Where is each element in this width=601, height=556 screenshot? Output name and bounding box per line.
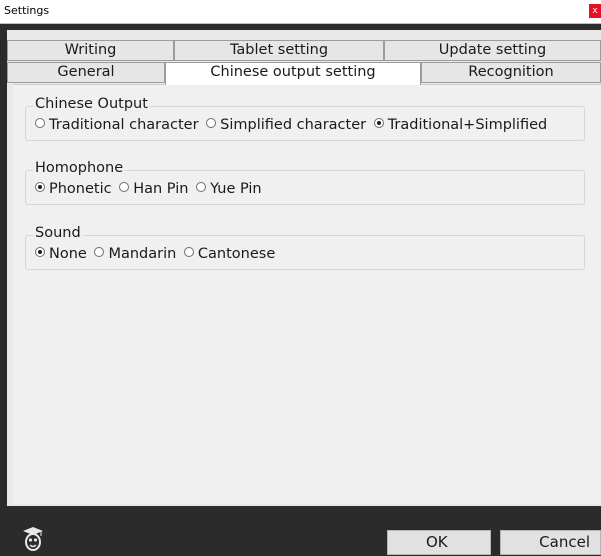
radio-label: Traditional character — [49, 117, 199, 133]
radio-none[interactable]: None — [35, 246, 87, 262]
window-title: Settings — [4, 4, 50, 17]
radio-label: Phonetic — [49, 181, 112, 197]
tab-row-bottom: General Chinese output setting Recogniti… — [7, 62, 601, 85]
sound-group: Sound None Mandarin Cantonese — [25, 225, 585, 270]
tab-chinese-output-setting[interactable]: Chinese output setting — [165, 62, 421, 85]
title-bar: Settings x — [0, 0, 601, 24]
chinese-output-options: Traditional character Simplified charact… — [35, 117, 550, 133]
radio-label: Yue Pin — [210, 181, 262, 197]
radio-button-icon — [206, 118, 217, 128]
cancel-button[interactable]: Cancel — [500, 530, 601, 555]
tab-writing[interactable]: Writing — [7, 40, 174, 61]
chinese-output-panel: Chinese Output Traditional character Sim… — [13, 84, 601, 504]
tab-tablet-setting[interactable]: Tablet setting — [174, 40, 384, 61]
radio-simplified-character[interactable]: Simplified character — [206, 117, 366, 133]
radio-phonetic[interactable]: Phonetic — [35, 181, 112, 197]
chinese-output-label: Chinese Output — [33, 96, 150, 112]
radio-button-selected-icon — [35, 182, 45, 192]
mascot-logo-icon — [23, 527, 43, 551]
radio-label: Mandarin — [108, 246, 177, 262]
radio-button-icon — [94, 247, 105, 257]
radio-yue-pin[interactable]: Yue Pin — [196, 181, 262, 197]
radio-mandarin[interactable]: Mandarin — [94, 246, 176, 262]
sound-label: Sound — [33, 225, 83, 241]
radio-button-icon — [35, 118, 45, 128]
radio-button-selected-icon — [373, 118, 384, 128]
radio-label: Traditional+Simplified — [387, 117, 548, 133]
radio-label: Han Pin — [133, 181, 189, 197]
tab-row-top: Writing Tablet setting Update setting — [7, 40, 601, 61]
chinese-output-group: Chinese Output Traditional character Sim… — [25, 96, 585, 141]
radio-button-icon — [183, 247, 194, 257]
close-icon[interactable]: x — [589, 4, 601, 18]
ok-button[interactable]: OK — [387, 530, 491, 555]
radio-cantonese[interactable]: Cantonese — [183, 246, 276, 262]
radio-traditional-simplified[interactable]: Traditional+Simplified — [373, 117, 548, 133]
radio-button-icon — [119, 182, 130, 192]
radio-han-pin[interactable]: Han Pin — [119, 181, 188, 197]
radio-label: None — [49, 246, 87, 262]
tab-recognition[interactable]: Recognition — [421, 62, 601, 83]
homophone-options: Phonetic Han Pin Yue Pin — [35, 181, 265, 197]
homophone-group: Homophone Phonetic Han Pin Yue Pin — [25, 160, 585, 205]
footer-bar: OK Cancel — [0, 506, 601, 556]
radio-button-selected-icon — [35, 247, 45, 257]
tab-general[interactable]: General — [7, 62, 165, 83]
radio-label: Simplified character — [220, 117, 367, 133]
tab-update-setting[interactable]: Update setting — [384, 40, 601, 61]
homophone-label: Homophone — [33, 160, 126, 176]
radio-button-icon — [196, 182, 207, 192]
radio-traditional-character[interactable]: Traditional character — [35, 117, 199, 133]
sound-options: None Mandarin Cantonese — [35, 246, 278, 262]
radio-label: Cantonese — [197, 246, 276, 262]
